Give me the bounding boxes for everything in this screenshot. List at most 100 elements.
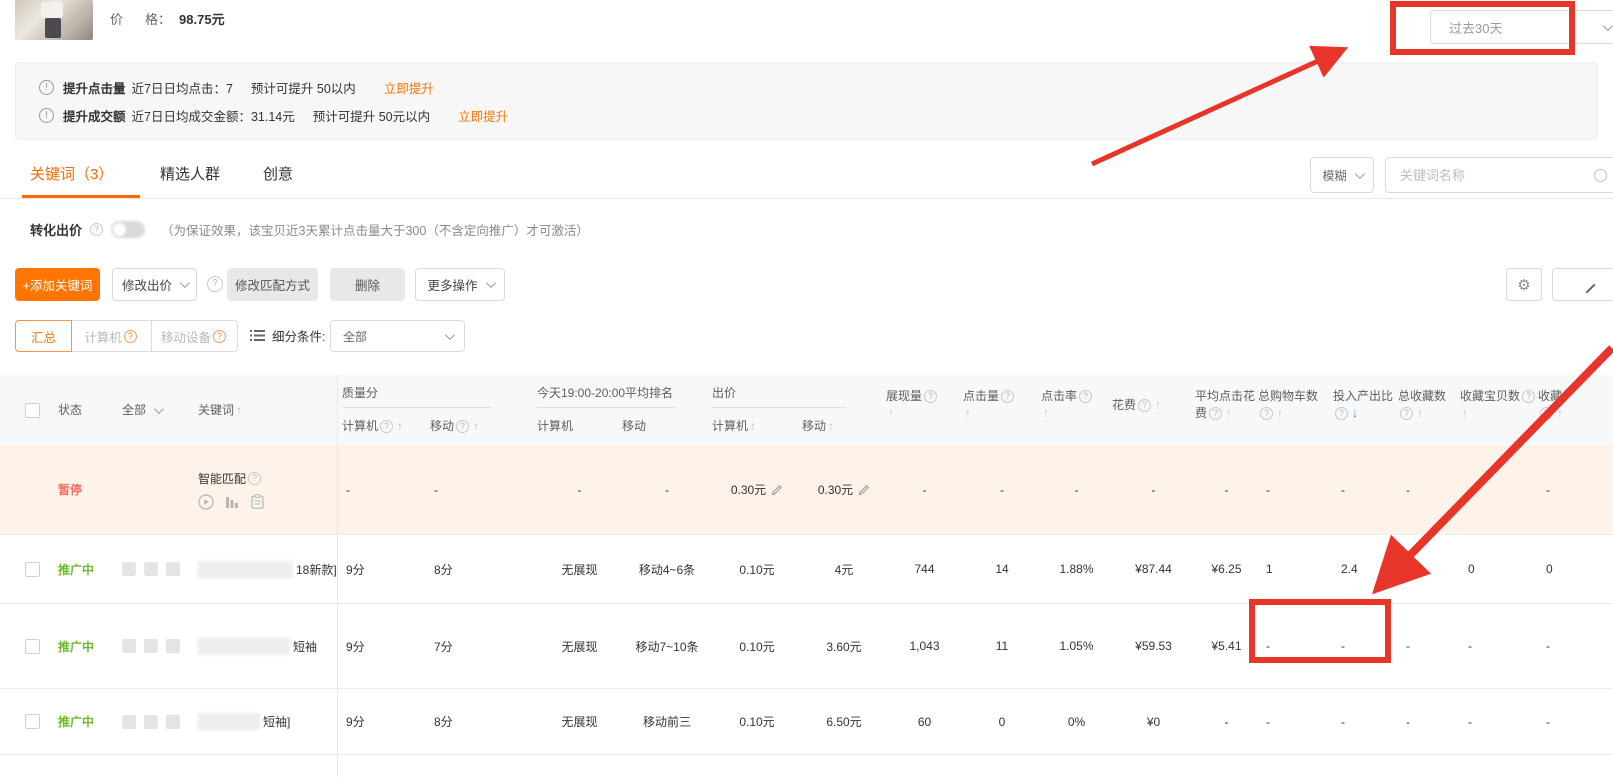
column-subheader[interactable]: 计算机↑ <box>712 375 802 445</box>
tab-audiences[interactable]: 精选人群 <box>160 163 220 184</box>
metric-cell: - <box>342 445 430 534</box>
modify-bid-button[interactable]: 修改出价 <box>112 268 197 301</box>
column-header[interactable]: 点击率?↑ <box>1041 375 1112 445</box>
question-icon[interactable]: ? <box>90 223 103 236</box>
metric-value: - <box>1000 483 1004 497</box>
delete-button[interactable]: 删除 <box>330 268 405 301</box>
tab-creatives[interactable]: 创意 <box>263 163 293 184</box>
column-header[interactable]: 总收藏数?↑ <box>1398 375 1460 445</box>
boost-now-link[interactable]: 立即提升 <box>458 106 508 125</box>
state-cell: 推广中 <box>58 535 122 603</box>
keyword-search-input[interactable] <box>1400 168 1580 183</box>
sort-up-icon[interactable]: ↑ <box>236 402 242 419</box>
column-header[interactable]: 花费?↑ <box>1112 375 1195 445</box>
row-checkbox[interactable] <box>25 562 40 577</box>
select-all-checkbox[interactable] <box>25 403 40 418</box>
metric-value: - <box>578 483 582 497</box>
column-label: 投入产出比 <box>1333 389 1393 403</box>
state-cell: 推广中 <box>58 604 122 688</box>
column-header-keyword[interactable]: 关键词↑ <box>198 375 342 445</box>
metric-value: - <box>1468 483 1472 497</box>
question-icon[interactable]: ? <box>207 276 223 292</box>
column-subheader[interactable]: 计算机?↑ <box>342 375 430 445</box>
keyword-cell[interactable]: 18新款] <box>198 535 342 603</box>
column-header[interactable]: 总购物车数?↑ <box>1258 375 1333 445</box>
column-header[interactable]: 平均点击花费?↑ <box>1195 375 1258 445</box>
metric-value: 7分 <box>434 638 453 655</box>
metric-cell: 移动7~10条 <box>622 604 712 688</box>
sort-up-icon[interactable]: ↑ <box>1155 398 1161 412</box>
chevron-down-icon <box>154 404 164 414</box>
metric-cell: 无展现 <box>537 689 622 754</box>
question-icon: ? <box>1540 407 1553 420</box>
column-subheader[interactable]: 移动↑ <box>802 375 886 445</box>
divider <box>0 198 1613 199</box>
sort-up-icon[interactable]: ↑ <box>1043 406 1049 420</box>
sort-up-icon[interactable]: ↑ <box>828 419 834 433</box>
boost-now-link[interactable]: 立即提升 <box>384 78 434 97</box>
keyword-cell[interactable]: 短袖 <box>198 604 342 688</box>
metric-cell: - <box>1398 604 1460 688</box>
modify-match-type-button[interactable]: 修改匹配方式 <box>227 268 318 301</box>
sort-up-icon[interactable]: ↑ <box>1462 406 1468 420</box>
column-header[interactable]: 展现量?↑ <box>886 375 963 445</box>
add-keyword-button[interactable]: +添加关键词 <box>15 268 100 301</box>
header-checkbox-cell <box>22 375 58 445</box>
date-range-select[interactable]: 过去30天 <box>1430 10 1613 44</box>
metric-cell: - <box>1538 445 1613 534</box>
sort-up-icon[interactable]: ↑ <box>888 406 894 420</box>
question-icon: ? <box>1522 390 1535 403</box>
sort-down-icon[interactable]: ↓ <box>1352 406 1358 420</box>
column-subheader[interactable]: 移动?↑ <box>430 375 537 445</box>
search-icon[interactable] <box>1594 169 1607 182</box>
edit-pencil-icon[interactable] <box>771 484 783 496</box>
settings-button[interactable]: ⚙ <box>1506 268 1542 301</box>
metric-cell: 11 <box>963 604 1041 688</box>
sort-up-icon[interactable]: ↑ <box>1417 406 1423 420</box>
column-label: 移动 <box>802 419 826 433</box>
sort-up-icon[interactable]: ↑ <box>1226 406 1232 420</box>
column-header[interactable]: 收藏?↑ <box>1538 375 1613 445</box>
play-report-icon[interactable] <box>198 494 214 510</box>
tab-keywords[interactable]: 关键词（3） <box>30 163 113 184</box>
conversion-bid-toggle[interactable] <box>111 221 145 238</box>
metric-cell: 移动前三 <box>622 689 712 754</box>
keyword-name: 智能匹配 <box>198 470 246 487</box>
match-mode-select[interactable]: 模糊 <box>1310 157 1374 193</box>
metric-cell: ¥59.53 <box>1112 604 1195 688</box>
metric-value: ¥59.53 <box>1135 639 1172 653</box>
column-label: 计算机 <box>342 419 378 433</box>
sort-up-icon[interactable]: ↑ <box>750 419 756 433</box>
column-subheader[interactable]: 移动 <box>622 375 712 445</box>
column-label: 点击率 <box>1041 389 1077 403</box>
subdivide-select[interactable]: 全部 <box>330 320 465 352</box>
metric-cell: - <box>1258 604 1333 688</box>
segment-pc[interactable]: 计算机? <box>71 320 152 352</box>
state-filter-dropdown[interactable]: 全部 <box>122 375 198 445</box>
sort-up-icon[interactable]: ↑ <box>397 419 403 433</box>
product-thumbnail[interactable] <box>15 0 93 40</box>
more-actions-button[interactable]: 更多操作 <box>415 268 505 301</box>
subdivide-label: 细分条件: <box>272 326 325 345</box>
sort-up-icon[interactable]: ↑ <box>473 419 479 433</box>
edit-pencil-icon[interactable] <box>858 484 870 496</box>
keyword-cell[interactable]: 短袖] <box>198 689 342 754</box>
row-checkbox[interactable] <box>25 714 40 729</box>
column-header-state: 状态 <box>58 375 122 445</box>
row-checkbox[interactable] <box>25 639 40 654</box>
bar-chart-icon[interactable] <box>225 495 240 509</box>
column-subheader[interactable]: 计算机 <box>537 375 622 445</box>
segment-summary[interactable]: 汇总 <box>15 320 72 352</box>
checkbox-cell <box>25 535 61 603</box>
clipboard-icon[interactable] <box>251 494 264 509</box>
segment-mobile[interactable]: 移动设备? <box>151 320 238 352</box>
column-header[interactable]: 收藏宝贝数?↑ <box>1460 375 1538 445</box>
column-header[interactable]: 投入产出比?↓ <box>1333 375 1398 445</box>
sort-up-icon[interactable]: ↑ <box>1277 406 1283 420</box>
sort-up-icon[interactable]: ↑ <box>1557 406 1563 420</box>
metric-cell: 3.60元 <box>802 604 886 688</box>
sort-up-icon[interactable]: ↑ <box>965 406 971 420</box>
export-button[interactable] <box>1552 268 1613 301</box>
column-header[interactable]: 点击量?↑ <box>963 375 1041 445</box>
chevron-down-icon <box>485 278 495 288</box>
